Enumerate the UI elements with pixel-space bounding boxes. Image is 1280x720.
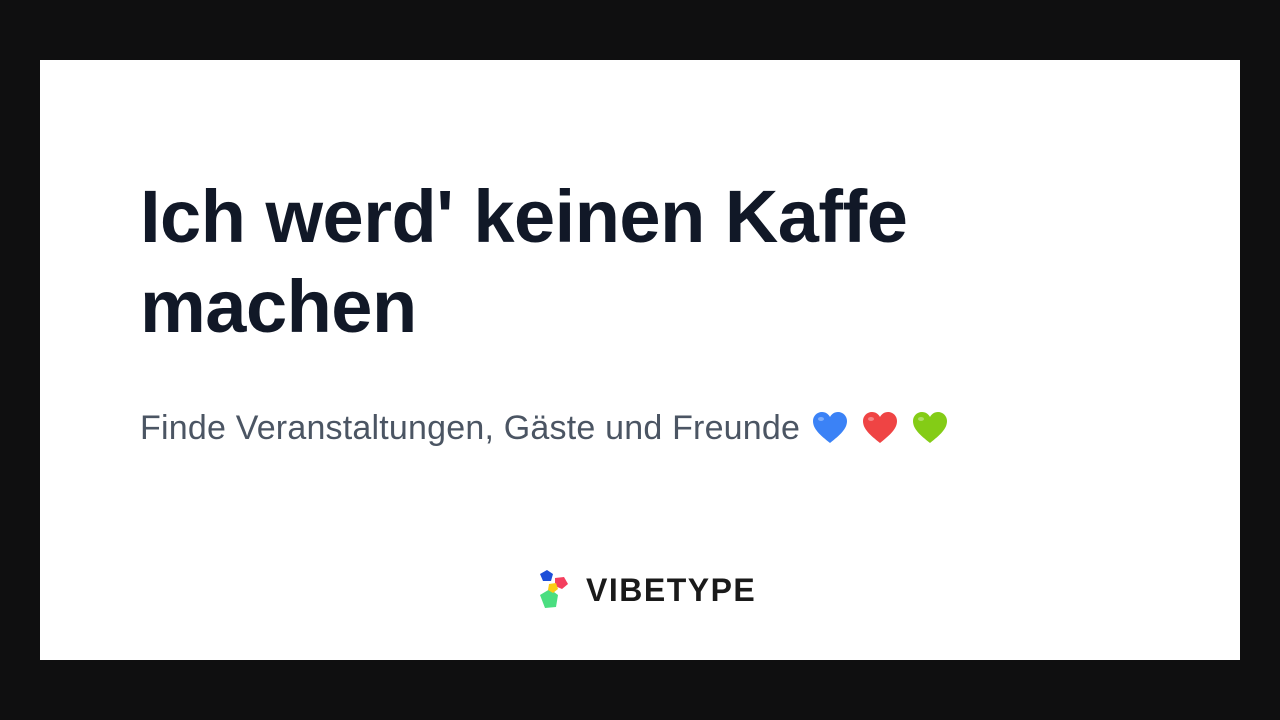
subtitle: Finde Veranstaltungen, Gäste und Freunde	[140, 408, 801, 447]
brand-footer: VIBETYPE	[536, 568, 756, 612]
green-heart-icon	[913, 412, 948, 443]
heart-emojis	[812, 411, 948, 445]
blue-heart-icon	[813, 412, 848, 443]
brand-name: VIBETYPE	[586, 571, 757, 608]
red-heart-icon	[863, 412, 898, 443]
subtitle-row: Finde Veranstaltungen, Gäste und Freunde	[140, 406, 948, 450]
vibetype-logo-icon	[540, 570, 568, 608]
preview-card: Ich werd' keinen Kaffe machen Finde Vera…	[40, 60, 1240, 660]
headline: Ich werd' keinen Kaffe machen	[140, 175, 908, 348]
